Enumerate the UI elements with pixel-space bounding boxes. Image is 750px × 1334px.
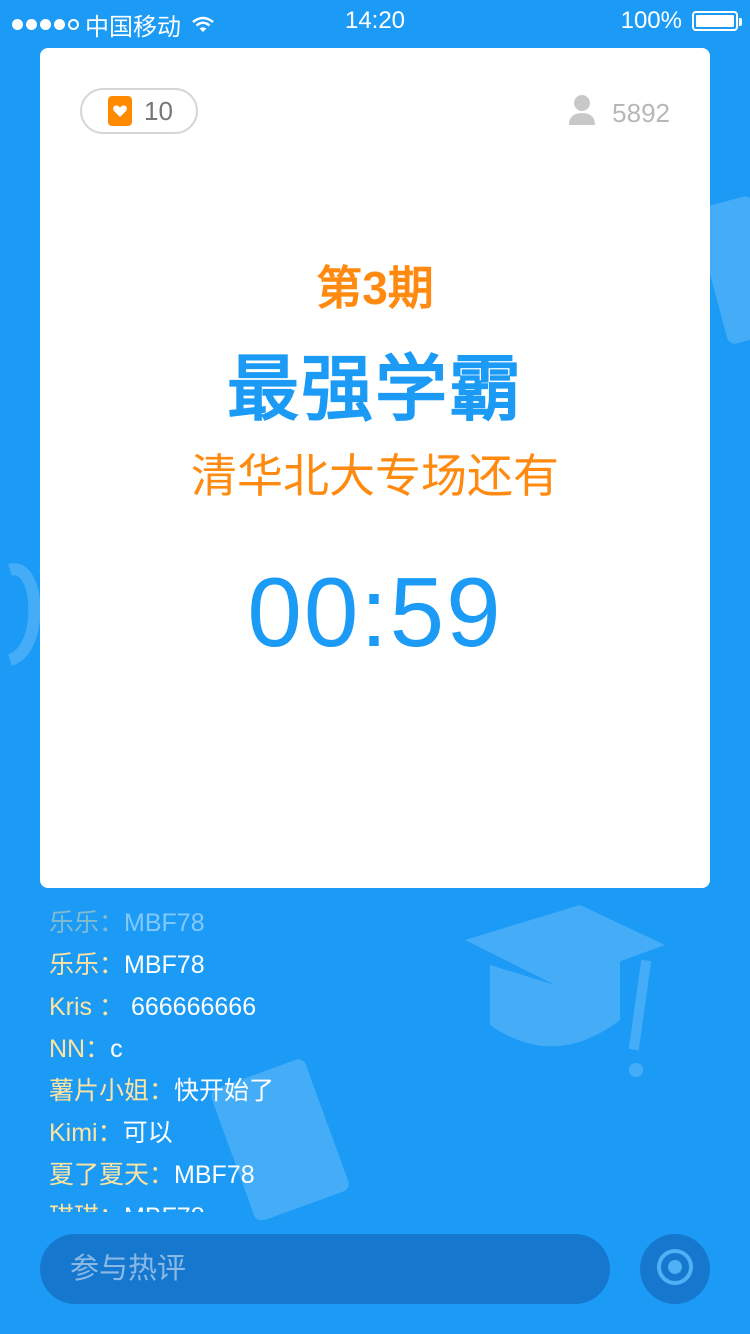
chat-message: 可以 [122,1119,173,1147]
countdown-timer: 00:59 [247,557,503,667]
chat-separator: ： [99,909,125,937]
chat-message: 666666666 [124,993,257,1021]
chat-username: NN [49,1035,86,1063]
chat-item: 乐乐：MBF78 [49,902,569,944]
issue-number: 第3期 [316,262,434,314]
chat-username: Kris [49,993,99,1021]
battery-percent: 100% [620,7,682,34]
chat-separator: ： [99,993,125,1021]
chat-separator: ： [85,1035,111,1063]
chat-message: MBF78 [174,1161,255,1189]
chat-separator: ： [99,951,125,979]
chat-item: 乐乐：MBF78 [49,944,569,986]
chat-separator: ： [99,1203,124,1212]
show-title: 最强学霸 [226,350,523,430]
chat-message: MBF78 [124,1203,205,1212]
user-icon [568,94,596,133]
heart-icon [108,96,132,126]
send-button[interactable] [640,1234,710,1304]
chat-item: 夏了夏天：MBF78 [49,1154,569,1196]
chat-separator: ： [149,1077,175,1105]
chat-separator: ： [97,1119,123,1147]
chat-list[interactable]: 乐乐：MBF78 乐乐：MBF78 Kris ： 666666666 NN：c … [49,902,569,1212]
chat-item: Kris ： 666666666 [49,986,569,1028]
chat-username: 薯片小姐 [49,1077,150,1105]
status-right: 100% [620,7,742,35]
book-decoration-right [705,196,750,344]
chat-username: 乐乐 [49,951,100,979]
status-bar: 中国移动 14:20 100% [0,0,750,41]
online-count: 5892 [568,94,670,133]
battery-icon [692,11,742,31]
chat-separator: ： [149,1161,175,1189]
online-count-value: 5892 [612,98,670,128]
chat-item: NN：c [49,1028,569,1070]
chat-message: MBF78 [124,909,205,937]
chat-item: Kimi：可以 [49,1112,569,1154]
chat-username: 夏了夏天 [49,1161,150,1189]
chat-username: 乐乐 [49,909,100,937]
chat-item: 薯片小姐：快开始了 [49,1070,569,1112]
comment-input[interactable]: 参与热评 [40,1234,610,1304]
chat-message: c [110,1035,123,1063]
chat-username: Kimi [49,1119,98,1147]
target-icon [655,1247,695,1292]
chat-item: 琪琪：MBF78 [49,1196,569,1212]
countdown-label: 清华北大专场还有 [191,450,559,502]
chat-message: MBF78 [124,951,205,979]
chat-message: 快开始了 [174,1077,275,1105]
chat-username: 琪琪 [49,1203,99,1212]
lives-count: 10 [144,95,173,126]
quiz-card: 10 5892 第3期 最强学霸 清华北大专场还有 00:59 [40,48,710,888]
lives-pill[interactable]: 10 [80,88,198,134]
